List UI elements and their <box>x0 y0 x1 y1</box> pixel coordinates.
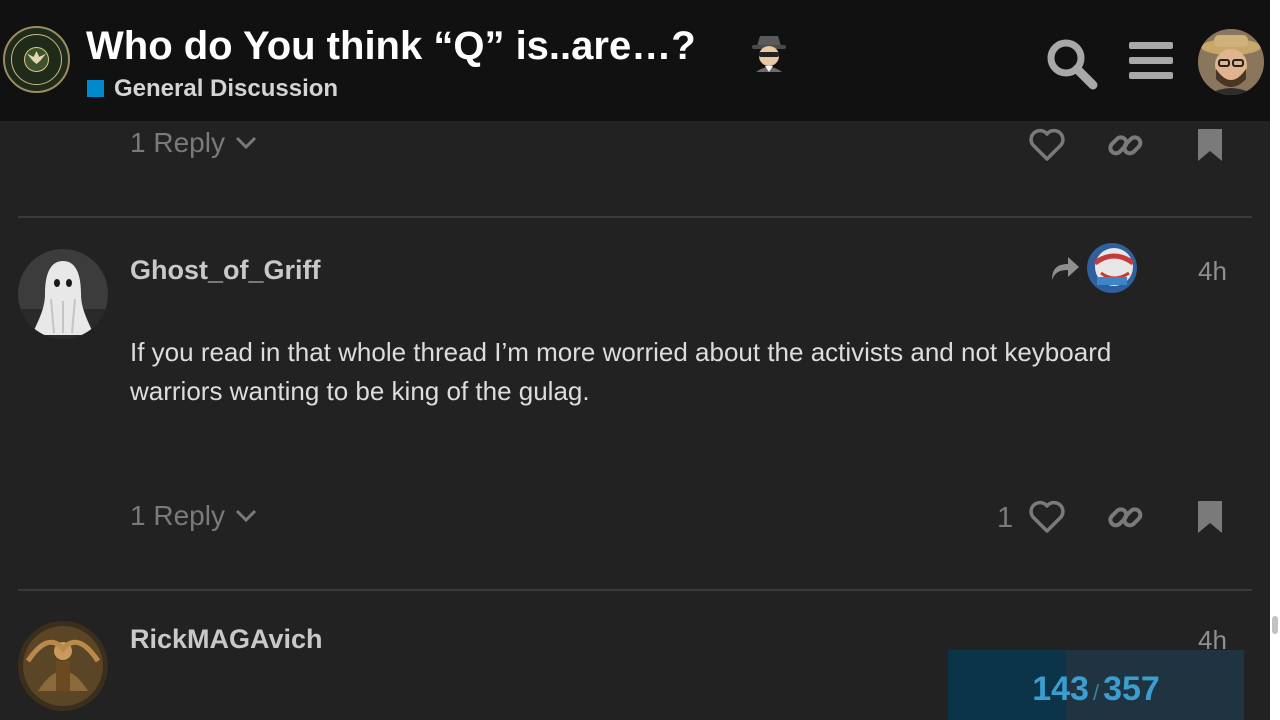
topic-title[interactable]: Who do You think “Q” is..are…? <box>86 24 696 69</box>
progress-current: 143 <box>1032 670 1089 708</box>
hamburger-menu-icon[interactable] <box>1126 38 1176 84</box>
post-username[interactable]: RickMAGAvich <box>130 624 323 655</box>
post-divider <box>18 216 1252 218</box>
post-body-text: If you read in that whole thread I’m mor… <box>130 337 1112 406</box>
progress-label: 143/357 <box>948 670 1244 709</box>
chevron-down-icon <box>235 509 256 523</box>
heart-icon[interactable] <box>1027 125 1067 165</box>
category-color-badge <box>87 80 104 97</box>
bookmark-icon[interactable] <box>1190 497 1230 537</box>
replies-count-label: 1 Reply <box>130 127 225 158</box>
army-seal-logo-icon[interactable] <box>3 26 70 93</box>
link-icon[interactable] <box>1105 125 1145 165</box>
replies-toggle-button[interactable]: 1 Reply <box>130 500 257 532</box>
post-username[interactable]: Ghost_of_Griff <box>130 255 321 286</box>
search-icon[interactable] <box>1043 36 1099 90</box>
reply-to-arrow-icon[interactable] <box>1050 254 1080 282</box>
bookmark-icon[interactable] <box>1190 125 1230 165</box>
reply-to-avatar[interactable] <box>1087 243 1137 293</box>
progress-separator: / <box>1092 680 1100 705</box>
spy-emoji-icon <box>752 36 786 72</box>
user-avatar[interactable] <box>18 621 108 711</box>
chevron-down-icon <box>235 136 256 150</box>
heart-icon[interactable] <box>1027 497 1067 537</box>
post-divider <box>18 589 1252 591</box>
page-scrollbar[interactable] <box>1270 0 1280 720</box>
category-link[interactable]: General Discussion <box>114 75 338 103</box>
progress-total: 357 <box>1103 670 1160 708</box>
replies-toggle-button[interactable]: 1 Reply <box>130 127 257 159</box>
like-count[interactable]: 1 <box>997 502 1013 535</box>
current-user-avatar[interactable] <box>1198 29 1264 95</box>
link-icon[interactable] <box>1105 497 1145 537</box>
post-timestamp[interactable]: 4h <box>1198 256 1227 287</box>
topic-header: Who do You think “Q” is..are…? General D… <box>0 0 1270 121</box>
replies-count-label: 1 Reply <box>130 500 225 531</box>
topic-progress-indicator[interactable]: 143/357 <box>948 650 1244 720</box>
scrollbar-thumb[interactable] <box>1272 616 1278 634</box>
user-avatar[interactable] <box>18 249 108 339</box>
